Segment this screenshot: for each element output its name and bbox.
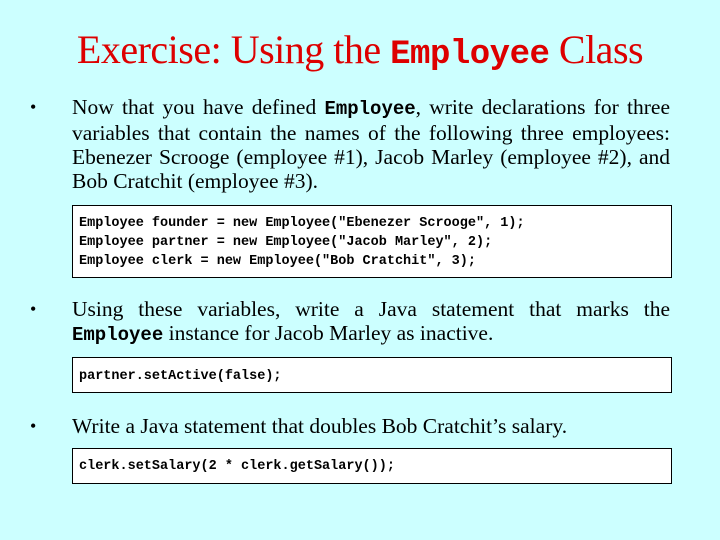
code-line: clerk.setSalary(2 * clerk.getSalary()); [79, 459, 395, 474]
bullet-item-3: • Write a Java statement that doubles Bo… [30, 414, 670, 438]
bullet-icon: • [30, 416, 37, 436]
bullet-text: Using these variables, write a Java stat… [72, 297, 670, 347]
code-block-declarations: Employee founder = new Employee("Ebeneze… [72, 205, 672, 278]
code-block-set-active: partner.setActive(false); [72, 357, 672, 393]
slide-title: Exercise: Using the Employee Class [0, 26, 720, 74]
bullet-item-1: • Now that you have defined Employee, wr… [30, 95, 670, 193]
bullet-icon: • [30, 97, 37, 117]
bullet-text-before: Using these variables, write a Java stat… [72, 297, 670, 321]
title-prefix: Exercise: Using the [76, 27, 391, 72]
title-code: Employee [390, 36, 550, 74]
title-suffix: Class [549, 27, 644, 72]
code-line: Employee founder = new Employee("Ebeneze… [79, 216, 525, 231]
bullet-icon: • [30, 299, 37, 319]
bullet-text-after: instance for Jacob Marley as inactive. [163, 321, 494, 345]
bullet-text-before: Now that you have defined [72, 95, 325, 119]
code-block-set-salary: clerk.setSalary(2 * clerk.getSalary()); [72, 448, 672, 484]
code-line: Employee clerk = new Employee("Bob Cratc… [79, 254, 476, 269]
inline-code: Employee [72, 324, 164, 346]
code-line: Employee partner = new Employee("Jacob M… [79, 235, 493, 250]
bullet-text: Now that you have defined Employee, writ… [72, 95, 670, 193]
inline-code: Employee [324, 98, 416, 120]
bullet-text: Write a Java statement that doubles Bob … [72, 414, 568, 438]
code-line: partner.setActive(false); [79, 369, 282, 384]
bullet-item-2: • Using these variables, write a Java st… [30, 297, 670, 347]
